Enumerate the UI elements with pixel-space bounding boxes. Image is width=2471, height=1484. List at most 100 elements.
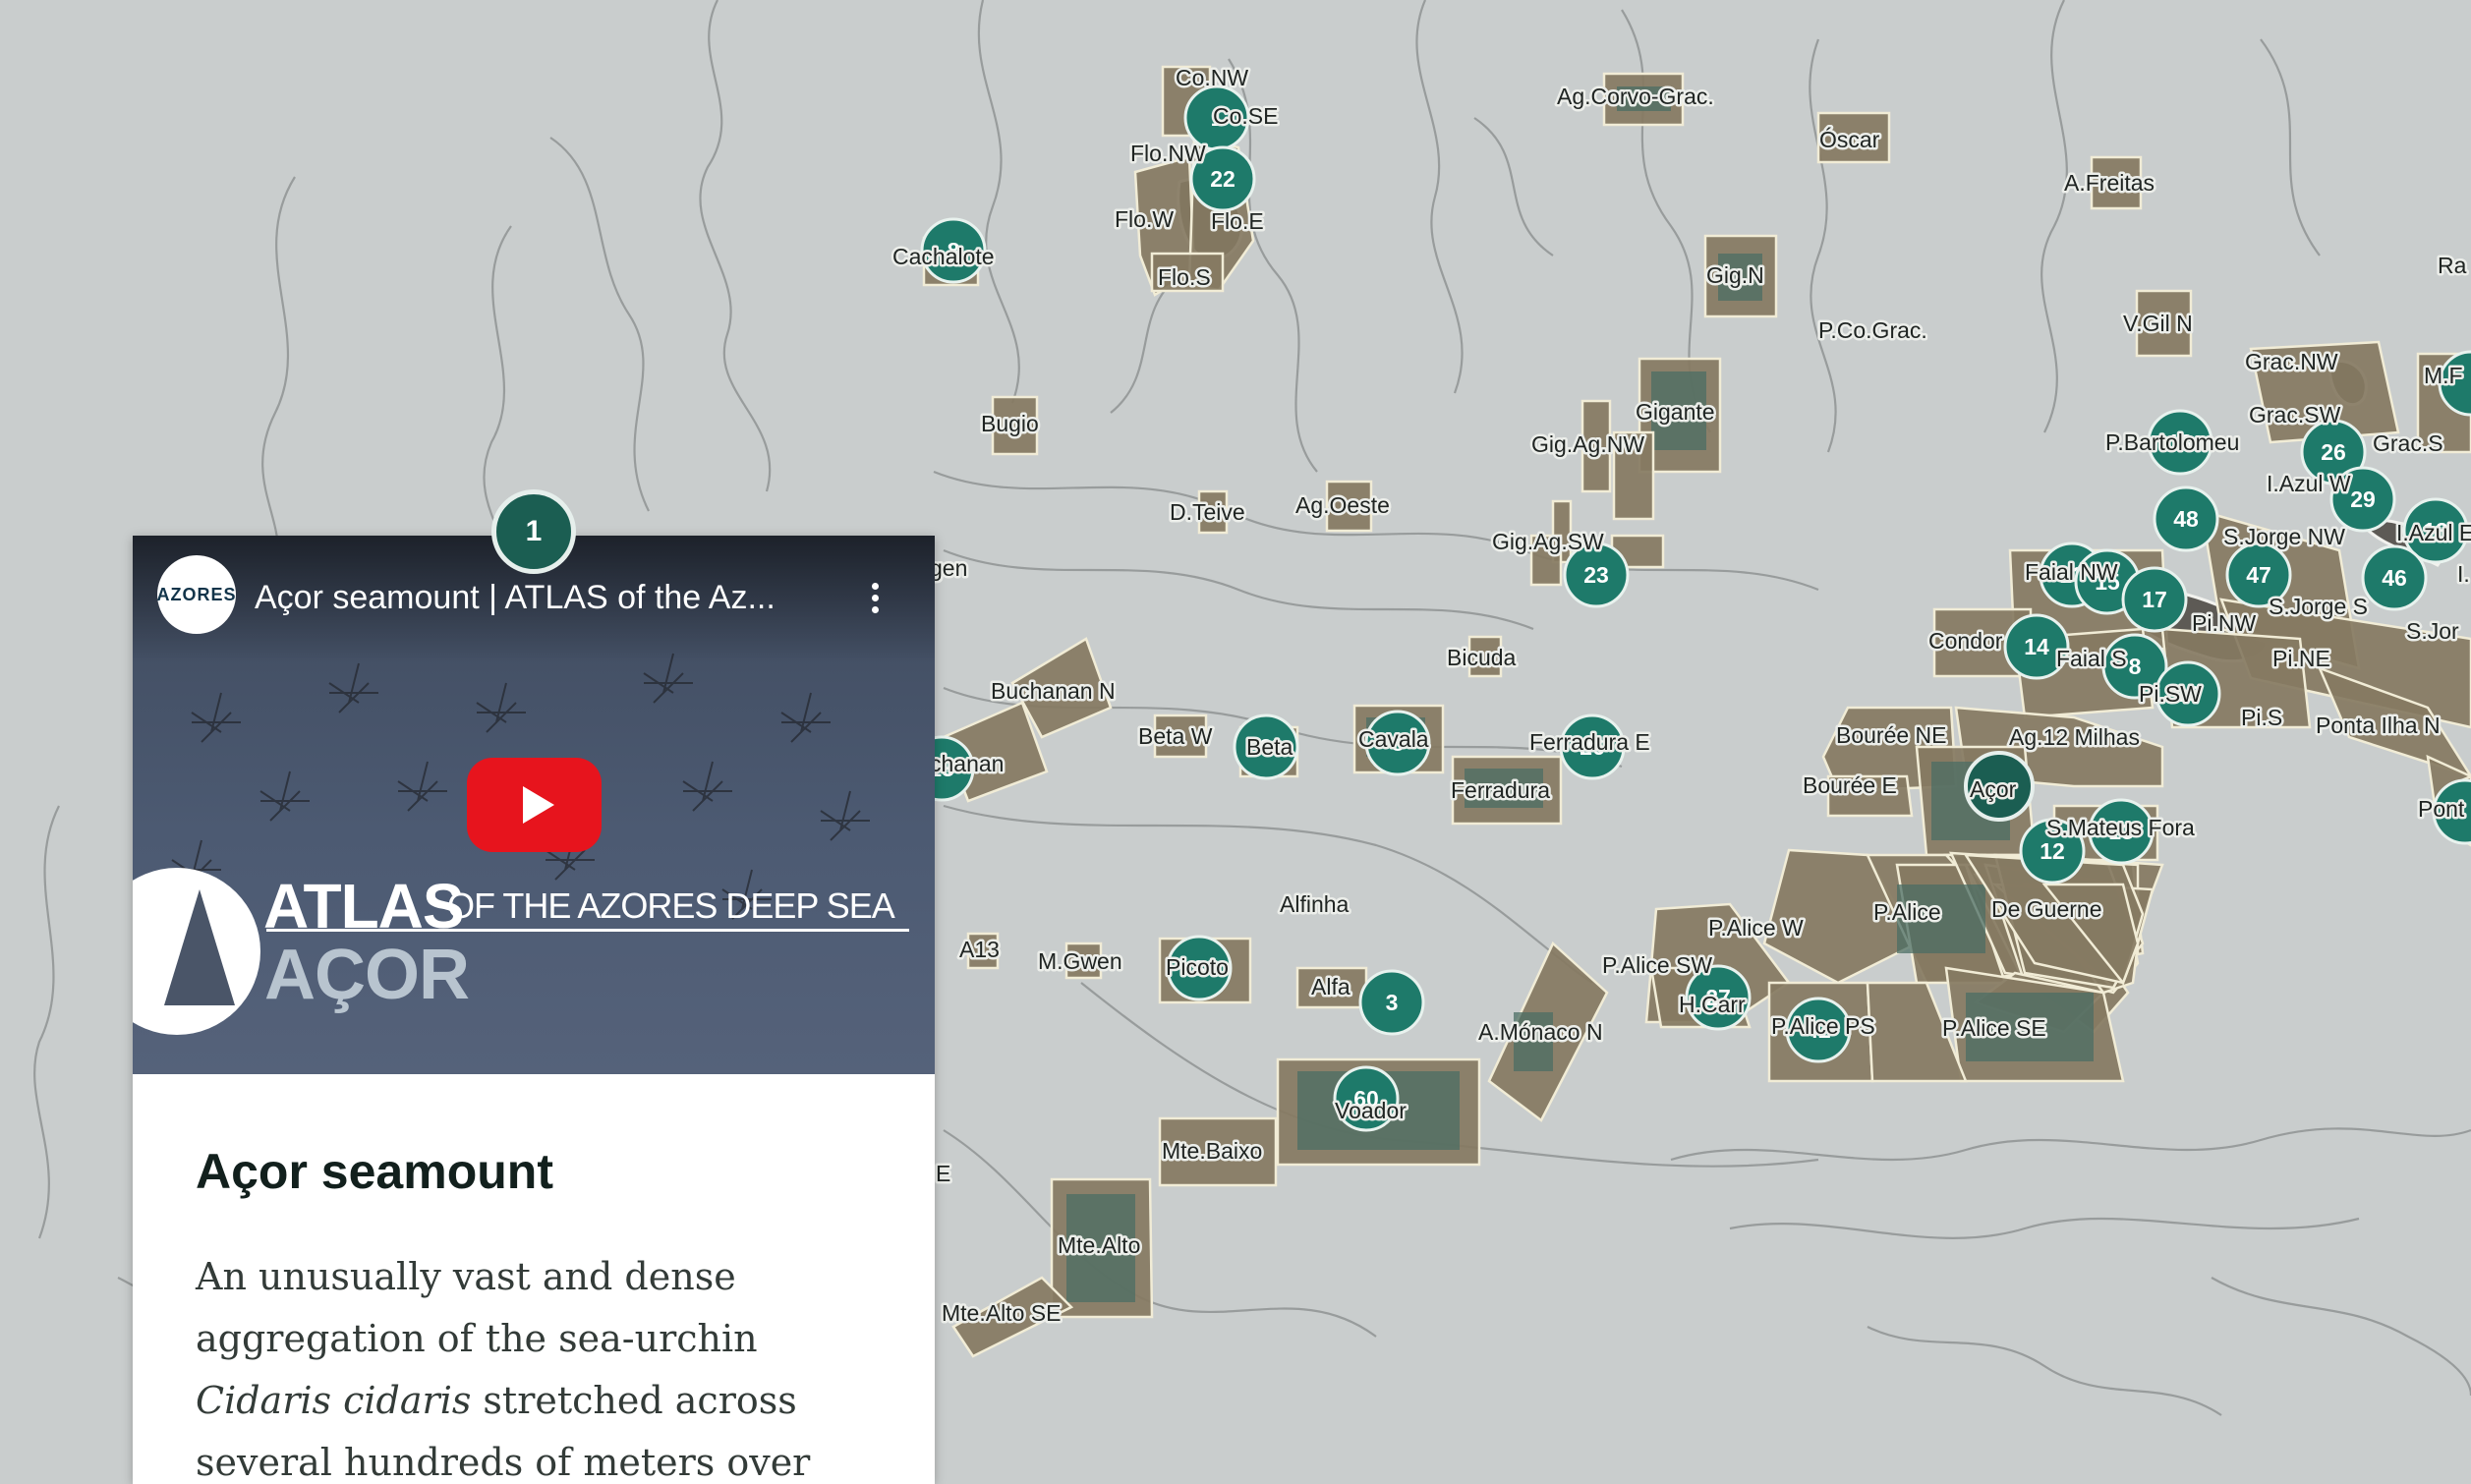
svg-text:48: 48 xyxy=(2173,506,2199,532)
cluster-marker[interactable]: 46 xyxy=(2361,544,2428,611)
svg-text:Cavala: Cavala xyxy=(1358,726,1429,752)
cluster-marker[interactable]: 17 xyxy=(2121,566,2188,633)
svg-text:De Guerne: De Guerne xyxy=(1991,896,2102,922)
svg-text:26: 26 xyxy=(2321,439,2346,465)
selected-site-pin[interactable]: 1 xyxy=(491,489,576,574)
svg-text:Grac.SW: Grac.SW xyxy=(2249,402,2341,428)
svg-text:Faial NW: Faial NW xyxy=(2025,559,2118,585)
svg-text:Mte.Alto SE: Mte.Alto SE xyxy=(942,1300,1061,1326)
svg-text:Beta: Beta xyxy=(1246,734,1293,760)
svg-text:Gig.Ag.NW: Gig.Ag.NW xyxy=(1531,431,1644,457)
svg-text:Ponta Ilha N: Ponta Ilha N xyxy=(2316,713,2441,738)
map-view[interactable]: 1 22 8 23 13 26 48 29 13 47 46 13 15 17 … xyxy=(0,0,2471,1484)
svg-text:Ra: Ra xyxy=(2438,253,2467,278)
svg-text:29: 29 xyxy=(2350,486,2376,512)
svg-text:Bourée NE: Bourée NE xyxy=(1836,722,1947,748)
svg-text:Picoto: Picoto xyxy=(1166,954,1229,980)
svg-text:S.Jorge NW: S.Jorge NW xyxy=(2223,524,2345,549)
svg-text:Flo.NW: Flo.NW xyxy=(1130,141,1206,166)
svg-text:Faial S: Faial S xyxy=(2056,646,2127,671)
svg-text:Grac.NW: Grac.NW xyxy=(2245,349,2338,374)
svg-text:17: 17 xyxy=(2142,587,2167,612)
svg-text:I.Azul E: I.Azul E xyxy=(2396,520,2471,545)
svg-text:Mte.Baixo: Mte.Baixo xyxy=(1162,1138,1262,1164)
svg-text:Grac.S: Grac.S xyxy=(2373,430,2443,456)
svg-text:A13: A13 xyxy=(959,937,1000,962)
svg-text:Gig.Ag.SW: Gig.Ag.SW xyxy=(1492,529,1604,554)
svg-text:Ferradura: Ferradura xyxy=(1451,777,1550,803)
svg-text:Ag.Oeste: Ag.Oeste xyxy=(1295,492,1390,518)
svg-text:gen: gen xyxy=(930,555,967,581)
svg-text:I.: I. xyxy=(2457,561,2470,587)
svg-text:Ag.Corvo-Grac.: Ag.Corvo-Grac. xyxy=(1557,84,1714,109)
svg-text:12: 12 xyxy=(2040,838,2065,864)
svg-text:A.Freitas: A.Freitas xyxy=(2064,170,2155,196)
svg-text:P.Alice: P.Alice xyxy=(1873,899,1941,925)
svg-text:23: 23 xyxy=(1583,562,1609,588)
svg-text:Ferradura E: Ferradura E xyxy=(1529,729,1650,755)
svg-text:46: 46 xyxy=(2382,565,2407,591)
svg-text:M.F: M.F xyxy=(2424,363,2463,388)
svg-text:E: E xyxy=(936,1161,950,1186)
svg-text:P.Alice W: P.Alice W xyxy=(1708,915,1804,941)
svg-text:M.Gwen: M.Gwen xyxy=(1038,948,1122,974)
site-info-popup: AZORES Açor seamount | ATLAS of the Az..… xyxy=(133,536,935,1484)
svg-text:Cachalote: Cachalote xyxy=(892,244,995,269)
svg-text:Pont: Pont xyxy=(2418,796,2465,822)
svg-text:S.Jorge S: S.Jorge S xyxy=(2269,594,2368,619)
youtube-play-icon[interactable] xyxy=(467,758,602,852)
svg-text:Pi.NE: Pi.NE xyxy=(2272,646,2330,671)
svg-text:Gig.N: Gig.N xyxy=(1706,262,1764,288)
svg-text:47: 47 xyxy=(2246,562,2271,588)
svg-text:Buchanan N: Buchanan N xyxy=(991,678,1116,704)
youtube-video-embed[interactable]: AZORES Açor seamount | ATLAS of the Az..… xyxy=(133,536,935,1074)
cluster-marker[interactable]: 3 xyxy=(1358,969,1425,1036)
video-overlay-site-name: AÇOR xyxy=(264,936,470,1014)
svg-text:P.Co.Grac.: P.Co.Grac. xyxy=(1818,317,1927,343)
svg-text:Açor: Açor xyxy=(1970,776,2017,802)
svg-text:D.Teive: D.Teive xyxy=(1170,499,1245,525)
svg-text:Alfinha: Alfinha xyxy=(1280,891,1350,917)
svg-text:Ag.12 Milhas: Ag.12 Milhas xyxy=(2009,724,2140,750)
svg-text:Alfa: Alfa xyxy=(1311,974,1350,999)
svg-text:Condor: Condor xyxy=(1928,628,2003,654)
svg-text:Pi.S: Pi.S xyxy=(2241,705,2282,730)
svg-text:Óscar: Óscar xyxy=(1819,127,1880,152)
svg-text:S.Jor: S.Jor xyxy=(2406,618,2459,644)
svg-text:Flo.E: Flo.E xyxy=(1211,208,1264,234)
marine-protected-areas[interactable] xyxy=(922,65,2471,1358)
svg-text:Gigante: Gigante xyxy=(1636,399,1715,425)
svg-text:14: 14 xyxy=(2024,634,2049,659)
svg-text:V.Gil N: V.Gil N xyxy=(2123,311,2193,336)
svg-text:Bourée E: Bourée E xyxy=(1803,772,1897,798)
more-vertical-icon[interactable] xyxy=(860,579,890,622)
svg-text:8: 8 xyxy=(2129,654,2142,679)
svg-text:A.Mónaco N: A.Mónaco N xyxy=(1478,1019,1603,1045)
svg-text:Flo.S: Flo.S xyxy=(1158,264,1211,290)
svg-text:S.Mateus Fora: S.Mateus Fora xyxy=(2046,815,2195,840)
svg-text:Bicuda: Bicuda xyxy=(1447,645,1517,670)
svg-text:22: 22 xyxy=(1210,166,1236,192)
video-title[interactable]: Açor seamount | ATLAS of the Az... xyxy=(255,579,776,617)
svg-text:P.Alice PS: P.Alice PS xyxy=(1771,1013,1875,1039)
channel-avatar[interactable]: AZORES xyxy=(157,555,236,634)
svg-text:Voador: Voador xyxy=(1335,1098,1407,1123)
svg-text:Co.SE: Co.SE xyxy=(1213,103,1278,129)
svg-text:P.Alice SW: P.Alice SW xyxy=(1602,952,1712,978)
svg-text:P.Bartolomeu: P.Bartolomeu xyxy=(2105,429,2239,455)
svg-text:Flo.W: Flo.W xyxy=(1115,206,1174,232)
cluster-marker[interactable]: 48 xyxy=(2153,485,2219,552)
species-name: Cidaris cidaris xyxy=(196,1379,472,1422)
svg-text:Bugio: Bugio xyxy=(981,411,1039,436)
popup-title: Açor seamount xyxy=(196,1144,553,1199)
svg-text:Pi.NW: Pi.NW xyxy=(2192,610,2256,636)
svg-text:Mte.Alto: Mte.Alto xyxy=(1058,1232,1140,1258)
video-overlay-subtitle: OF THE AZORES DEEP SEA xyxy=(447,885,895,926)
svg-text:Co.NW: Co.NW xyxy=(1176,65,1248,90)
svg-text:Pi.SW: Pi.SW xyxy=(2139,681,2202,707)
svg-text:I.Azul W: I.Azul W xyxy=(2267,471,2351,496)
svg-text:3: 3 xyxy=(1386,990,1399,1015)
svg-text:chanan: chanan xyxy=(930,751,1004,776)
svg-text:H.Carr: H.Carr xyxy=(1679,992,1746,1017)
svg-text:Beta W: Beta W xyxy=(1138,723,1213,749)
